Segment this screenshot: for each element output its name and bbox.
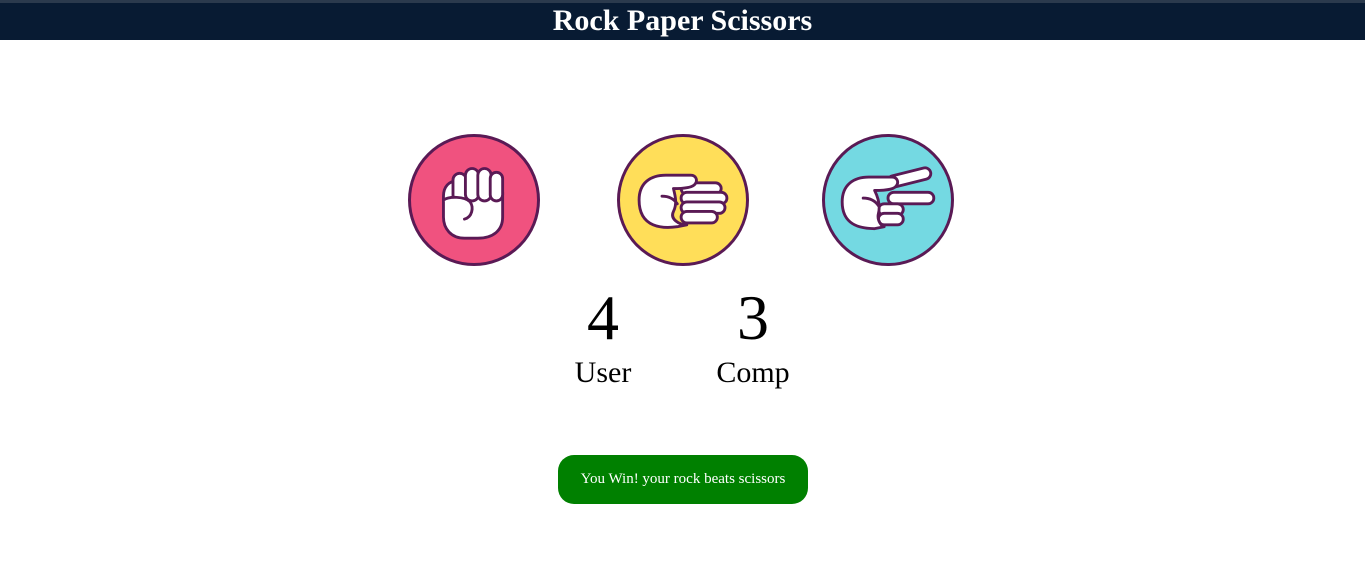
comp-score-label: Comp [716,356,790,389]
flat-hand-icon [637,173,729,229]
comp-score: 3 Comp [693,285,813,391]
rock-button[interactable] [408,134,540,266]
user-score-label: User [574,356,632,389]
result-message: You Win! your rock beats scissors [558,455,808,504]
comp-score-value: 3 [737,282,769,353]
fist-icon [442,167,505,240]
app-header: Rock Paper Scissors [0,0,1365,40]
paper-button[interactable] [617,134,749,266]
scissors-hand-icon [840,166,936,231]
user-score: 4 User [543,285,663,391]
user-score-value: 4 [587,282,619,353]
page-title: Rock Paper Scissors [552,4,813,37]
scissors-button[interactable] [822,134,954,266]
